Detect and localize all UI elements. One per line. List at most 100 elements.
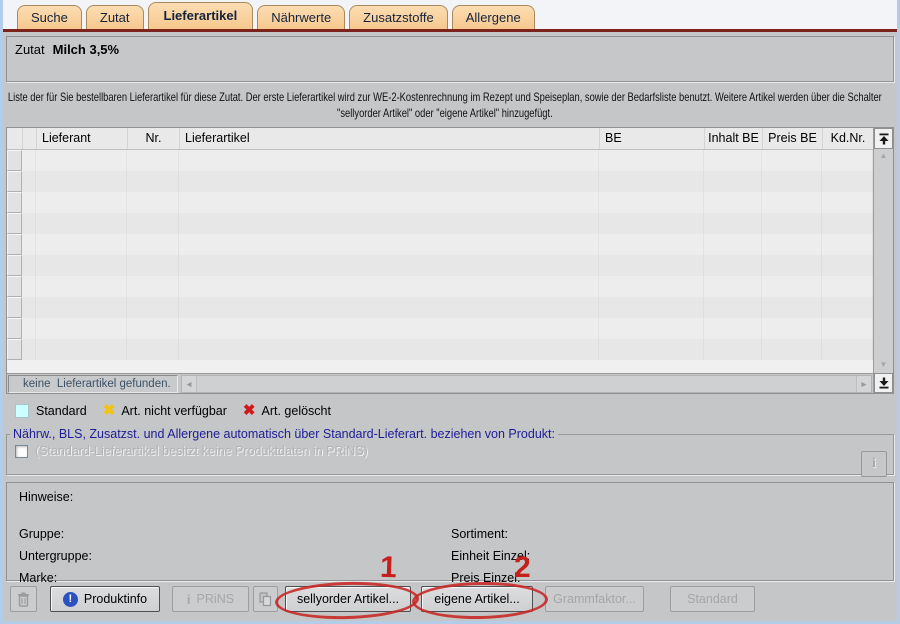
standard-button[interactable]: Standard — [670, 586, 755, 612]
table-cell — [36, 318, 127, 339]
column-header-lieferartikel[interactable]: Lieferartikel — [179, 128, 599, 149]
table-cell — [822, 276, 873, 297]
table-cell — [179, 150, 599, 171]
table-cell — [127, 192, 179, 213]
table-cell — [179, 171, 599, 192]
delete-button[interactable] — [10, 586, 37, 612]
table-cell — [179, 255, 599, 276]
table-cell — [704, 171, 762, 192]
zutat-label: Zutat — [15, 42, 45, 57]
tab-suche[interactable]: Suche — [17, 5, 82, 29]
untergruppe-label: Untergruppe: — [19, 549, 92, 563]
row-selector-cell[interactable] — [7, 192, 22, 213]
not-available-x-icon: ✖ — [102, 402, 116, 419]
table-cell — [599, 150, 704, 171]
produktinfo-button[interactable]: ! Produktinfo — [50, 586, 160, 612]
scroll-to-top-button[interactable] — [874, 128, 893, 149]
scroll-top-icon — [879, 133, 888, 144]
eigene-artikel-button[interactable]: eigene Artikel... — [421, 586, 533, 612]
column-header-be[interactable]: BE — [599, 128, 704, 149]
table-cell — [22, 192, 36, 213]
table-cell — [762, 171, 822, 192]
table-cell — [822, 171, 873, 192]
tab-naehrwerte[interactable]: Nährwerte — [257, 5, 346, 29]
row-selector-cell[interactable] — [7, 297, 22, 318]
row-selector-cell[interactable] — [7, 213, 22, 234]
tab-lieferartikel[interactable]: Lieferartikel — [147, 2, 254, 29]
table-row[interactable] — [7, 192, 873, 213]
column-header-preis-be[interactable]: Preis BE — [762, 128, 822, 149]
scroll-right-icon[interactable]: ► — [856, 375, 871, 392]
scroll-bottom-icon — [879, 377, 888, 389]
row-selector-cell[interactable] — [7, 339, 22, 360]
column-header-nr[interactable]: Nr. — [127, 128, 179, 149]
standard-label: Standard — [687, 592, 738, 606]
vertical-scrollbar[interactable]: ▲ ▼ — [873, 128, 893, 393]
table-row[interactable] — [7, 234, 873, 255]
table-cell — [22, 255, 36, 276]
column-header-status[interactable] — [22, 128, 36, 149]
table-row[interactable] — [7, 213, 873, 234]
table-cell — [822, 339, 873, 360]
table-cell — [599, 318, 704, 339]
row-selector-cell[interactable] — [7, 318, 22, 339]
table-row[interactable] — [7, 276, 873, 297]
horizontal-scroll-track[interactable] — [197, 376, 856, 392]
table-cell — [599, 297, 704, 318]
tab-zutat[interactable]: Zutat — [85, 5, 144, 29]
scroll-to-bottom-button[interactable] — [874, 373, 893, 393]
info-circle-icon: ! — [62, 591, 78, 607]
table-cell — [22, 171, 36, 192]
column-header-inhalt-be[interactable]: Inhalt BE — [704, 128, 762, 149]
scroll-left-icon[interactable]: ◄ — [182, 375, 197, 392]
row-selector-cell[interactable] — [7, 276, 22, 297]
zutat-header-box: Zutat Milch 3,5% — [6, 36, 894, 82]
table-cell — [127, 234, 179, 255]
table-row[interactable] — [7, 297, 873, 318]
column-header-lieferant[interactable]: Lieferant — [36, 128, 127, 149]
eigene-artikel-label: eigene Artikel... — [434, 592, 520, 606]
table-row[interactable] — [7, 318, 873, 339]
table-cell — [22, 318, 36, 339]
table-cell — [36, 339, 127, 360]
einheit-einzel-label: Einheit Einzel: — [451, 549, 531, 563]
table-row[interactable] — [7, 171, 873, 192]
table-cell — [36, 234, 127, 255]
info-i-button[interactable]: i — [861, 451, 887, 477]
tab-accent-line — [3, 29, 897, 32]
grammfaktor-button[interactable]: Grammfaktor... — [545, 586, 644, 612]
table-cell — [704, 255, 762, 276]
row-selector-cell[interactable] — [7, 234, 22, 255]
product-link-checkbox[interactable] — [15, 444, 28, 458]
row-selector-cell[interactable] — [7, 150, 22, 171]
table-cell — [179, 213, 599, 234]
column-header-kdnr[interactable]: Kd.Nr. — [822, 128, 873, 149]
hinweise-label: Hinweise: — [19, 490, 74, 504]
table-row[interactable] — [7, 339, 873, 360]
copy-button[interactable] — [253, 586, 278, 612]
table-cell — [822, 213, 873, 234]
table-cell — [36, 255, 127, 276]
table-cell — [599, 234, 704, 255]
vertical-scroll-track[interactable] — [874, 164, 893, 358]
horizontal-scrollbar[interactable]: ◄ ► — [181, 374, 872, 393]
sellyorder-artikel-button[interactable]: sellyorder Artikel... — [285, 586, 411, 612]
prins-button[interactable]: i PRiNS — [172, 586, 249, 612]
scroll-down-icon[interactable]: ▼ — [874, 358, 893, 373]
description-area: Liste der für Sie bestellbaren Lieferart… — [3, 88, 897, 122]
legend-not-available-label: Art. nicht verfügbar — [121, 404, 227, 418]
table-cell — [762, 234, 822, 255]
row-selector-cell[interactable] — [7, 171, 22, 192]
table-cell — [822, 318, 873, 339]
tab-allergene[interactable]: Allergene — [451, 5, 535, 29]
row-selector-cell[interactable] — [7, 255, 22, 276]
produktinfo-label: Produktinfo — [83, 592, 148, 606]
tab-zusatzstoffe[interactable]: Zusatzstoffe — [349, 5, 448, 29]
scroll-up-icon[interactable]: ▲ — [874, 149, 893, 164]
table-cell — [127, 213, 179, 234]
table-row[interactable] — [7, 255, 873, 276]
standard-swatch-icon — [15, 404, 29, 418]
column-header-selector[interactable] — [7, 128, 22, 149]
table-row[interactable] — [7, 150, 873, 171]
table-cell — [762, 255, 822, 276]
